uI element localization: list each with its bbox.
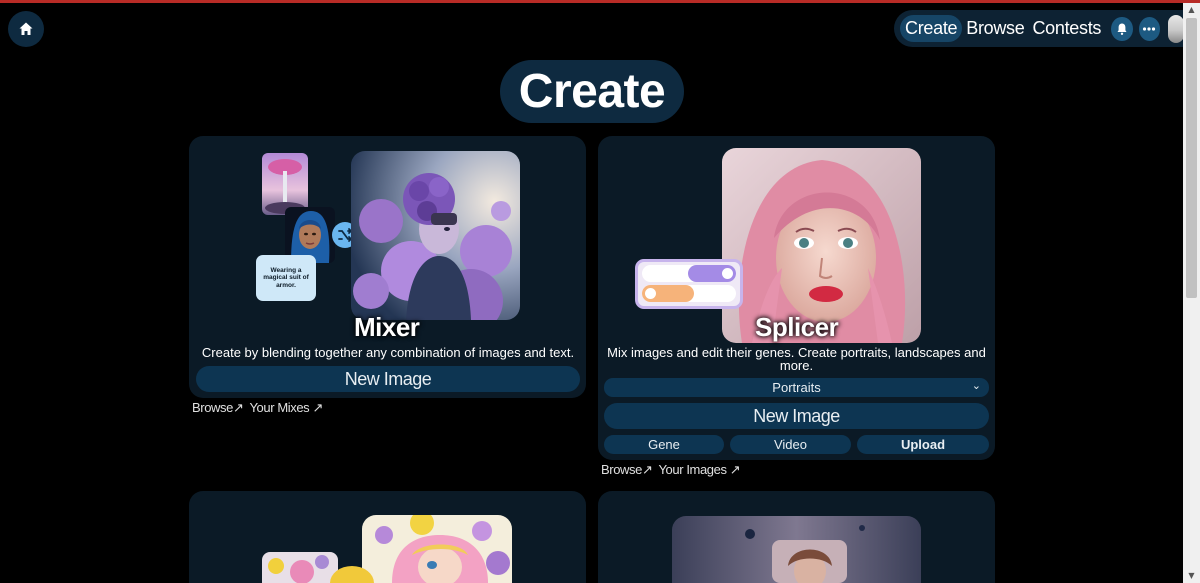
mixer-prompt-card: Wearing a magical suit of armor.	[256, 255, 316, 301]
splicer-links: Browse↗ Your Images ↗	[601, 462, 746, 478]
lower-right-preview-image	[672, 516, 921, 583]
splicer-title: Splicer	[755, 312, 839, 342]
splicer-select-value: Portraits	[772, 380, 821, 395]
more-button[interactable]	[1138, 16, 1160, 41]
scrollbar-thumb[interactable]	[1186, 18, 1197, 298]
splicer-browse-link[interactable]: Browse↗	[601, 462, 653, 477]
mixer-source-image-tree	[262, 153, 308, 215]
gene-slider-top[interactable]	[642, 265, 736, 282]
mixer-your-mixes-link[interactable]: Your Mixes ↗	[249, 400, 323, 415]
splicer-type-select[interactable]: Portraits ⌄	[604, 378, 989, 397]
home-button[interactable]	[8, 11, 44, 47]
mixer-new-image-button[interactable]: New Image	[196, 366, 580, 392]
splicer-new-image-button[interactable]: New Image	[604, 403, 989, 429]
top-navigation: Create Browse Contests	[894, 10, 1185, 47]
nav-contests[interactable]: Contests	[1028, 16, 1105, 41]
avatar[interactable]	[1167, 14, 1185, 43]
mixer-links: Browse↗ Your Mixes ↗	[192, 400, 329, 416]
splicer-gene-toggles	[635, 259, 743, 309]
page-title: Create	[500, 60, 684, 123]
notifications-button[interactable]	[1111, 16, 1133, 41]
scroll-up-arrow-icon[interactable]: ▲	[1183, 3, 1200, 17]
top-accent-stripe	[0, 0, 1200, 3]
nav-create[interactable]: Create	[900, 15, 963, 42]
chevron-down-icon: ⌄	[971, 379, 981, 392]
vertical-scrollbar[interactable]: ▲ ▼	[1183, 3, 1200, 583]
splicer-video-button[interactable]: Video	[730, 435, 851, 454]
gene-slider-bottom[interactable]	[642, 285, 736, 302]
mixer-description: Create by blending together any combinat…	[201, 345, 575, 360]
lower-left-source-image	[262, 552, 338, 583]
more-icon	[1143, 26, 1156, 31]
splicer-upload-button[interactable]: Upload	[857, 435, 989, 454]
home-icon	[19, 22, 33, 35]
bell-icon	[1117, 23, 1127, 35]
mixer-title: Mixer	[354, 312, 420, 342]
mixer-browse-link[interactable]: Browse↗	[192, 400, 244, 415]
splicer-your-images-link[interactable]: Your Images ↗	[658, 462, 740, 477]
mixer-prompt-text: Wearing a magical suit of armor.	[263, 266, 309, 289]
nav-browse[interactable]: Browse	[962, 16, 1028, 41]
splicer-description: Mix images and edit their genes. Create …	[607, 345, 986, 373]
lower-left-preview-image	[362, 515, 512, 583]
scroll-down-arrow-icon[interactable]: ▼	[1183, 569, 1200, 583]
splicer-gene-button[interactable]: Gene	[604, 435, 724, 454]
mixer-preview-image	[351, 151, 520, 320]
